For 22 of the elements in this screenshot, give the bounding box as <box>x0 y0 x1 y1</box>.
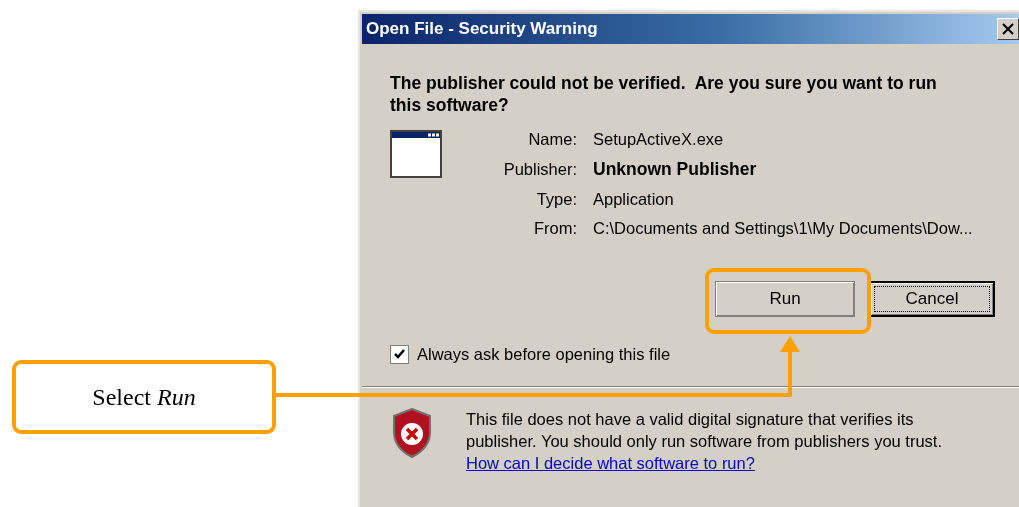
field-label: Name: <box>527 130 577 149</box>
warning-heading: The publisher could not be verified. Are you sure you want to run this software? <box>390 72 938 116</box>
help-link[interactable]: How can I decide what software to run? <box>466 452 755 474</box>
check-mark-icon <box>393 348 406 361</box>
checkbox[interactable] <box>390 345 409 364</box>
field-value: SetupActiveX.exe <box>593 130 725 149</box>
field-label: Type: <box>535 190 577 209</box>
field-label: From: <box>532 219 577 238</box>
checkbox-label: Always ask before opening this file <box>417 345 671 364</box>
warning-text: This file does not have a valid digital signature that verifies its publisher. You should only run software from publishers you trust. <box>466 409 944 452</box>
callout-label: Select Run <box>12 360 276 434</box>
field-value: C:\Documents and Settings\1\My Documents\Dow... <box>593 219 973 238</box>
field-value: Application <box>593 190 675 209</box>
application-icon <box>390 130 442 178</box>
close-button[interactable] <box>997 18 1019 40</box>
shield-error-icon <box>392 408 432 458</box>
run-button[interactable]: Run <box>715 281 855 317</box>
field-label: Publisher: <box>502 160 577 179</box>
field-value: Unknown Publisher <box>593 159 758 180</box>
close-icon <box>1002 23 1014 35</box>
cancel-button[interactable]: Cancel <box>869 281 995 317</box>
window-title: Open File - Security Warning <box>366 19 598 39</box>
